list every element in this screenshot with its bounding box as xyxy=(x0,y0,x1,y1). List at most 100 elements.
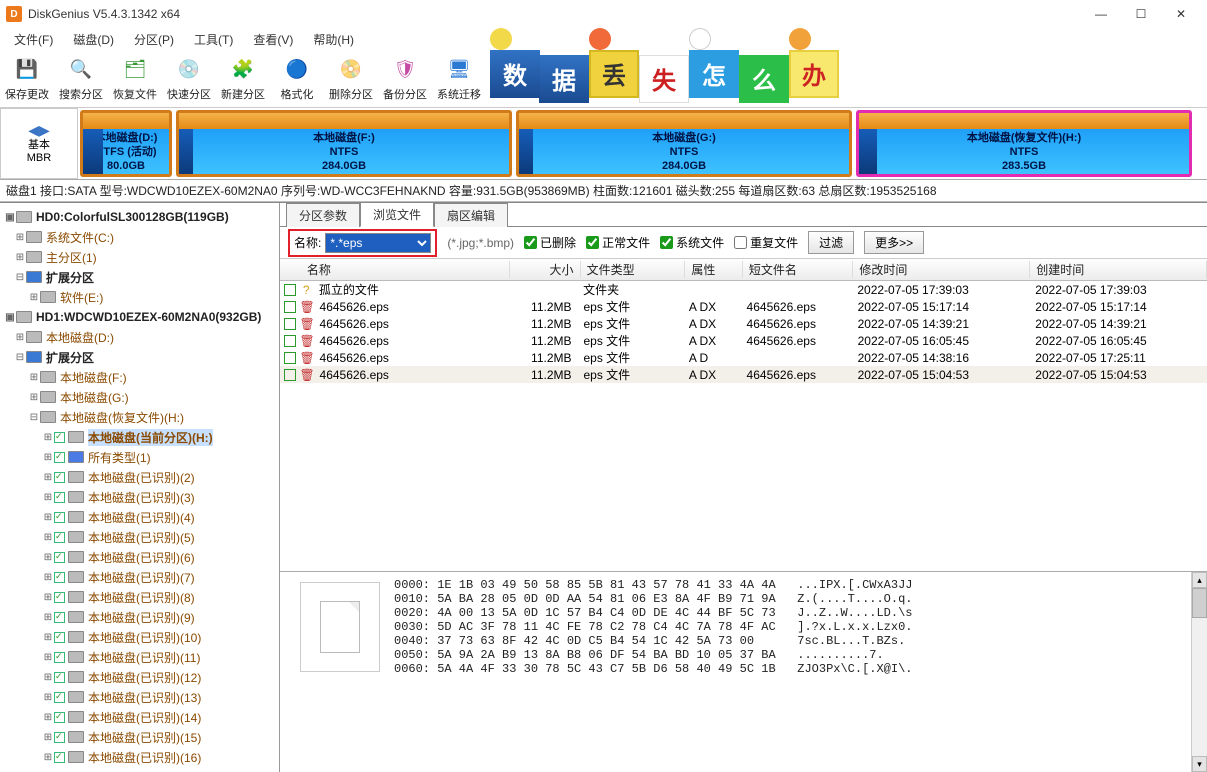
col-type[interactable]: 文件类型 xyxy=(581,261,686,278)
tool-8[interactable]: 🖥系统迁移 xyxy=(432,51,486,107)
tab-browse-files[interactable]: 浏览文件 xyxy=(360,203,434,227)
chk-deleted[interactable]: 已删除 xyxy=(524,234,576,251)
tool-0[interactable]: 💾保存更改 xyxy=(0,51,54,107)
tree-item[interactable]: ⊞本地磁盘(已识别)(2) xyxy=(0,467,279,487)
minimize-button[interactable]: — xyxy=(1081,0,1121,28)
tree-item[interactable]: ⊞主分区(1) xyxy=(0,247,279,267)
file-row[interactable]: 🗑4645626.eps11.2MBeps 文件A D2022-07-05 14… xyxy=(280,349,1207,366)
name-filter-group: 名称: *.*eps xyxy=(288,229,437,257)
tree-item[interactable]: ⊞本地磁盘(已识别)(13) xyxy=(0,687,279,707)
file-row[interactable]: 🗑4645626.eps11.2MBeps 文件A DX4645626.eps2… xyxy=(280,315,1207,332)
file-row[interactable]: 🗑4645626.eps11.2MBeps 文件A DX4645626.eps2… xyxy=(280,366,1207,383)
file-icon xyxy=(320,601,360,653)
row-checkbox[interactable] xyxy=(284,301,296,313)
close-button[interactable]: ✕ xyxy=(1161,0,1201,28)
title-bar: D DiskGenius V5.4.3.1342 x64 — ☐ ✕ xyxy=(0,0,1207,28)
tool-6[interactable]: 📀删除分区 xyxy=(324,51,378,107)
tool-4[interactable]: 🧩新建分区 xyxy=(216,51,270,107)
tree-item[interactable]: ⊞本地磁盘(F:) xyxy=(0,367,279,387)
tree-item[interactable]: ⊞本地磁盘(已识别)(11) xyxy=(0,647,279,667)
hex-scrollbar[interactable]: ▴ ▾ xyxy=(1191,572,1207,772)
menu-file[interactable]: 文件(F) xyxy=(4,29,63,50)
scroll-down-button[interactable]: ▾ xyxy=(1192,756,1207,772)
partition-box[interactable]: 本地磁盘(D:)NTFS (活动)80.0GB xyxy=(80,110,172,177)
tool-5[interactable]: 🔵格式化 xyxy=(270,51,324,107)
scroll-thumb[interactable] xyxy=(1192,588,1207,618)
tool-7[interactable]: 🛡备份分区 xyxy=(378,51,432,107)
tree-item[interactable]: ⊟本地磁盘(恢复文件)(H:) xyxy=(0,407,279,427)
scroll-up-button[interactable]: ▴ xyxy=(1192,572,1207,588)
row-checkbox[interactable] xyxy=(284,318,296,330)
mbr-box[interactable]: ◀▶ 基本 MBR xyxy=(0,108,78,179)
partition-box[interactable]: 本地磁盘(G:)NTFS284.0GB xyxy=(516,110,852,177)
file-row[interactable]: 🗑4645626.eps11.2MBeps 文件A DX4645626.eps2… xyxy=(280,332,1207,349)
col-mod[interactable]: 修改时间 xyxy=(853,261,1030,278)
filter-bar: 名称: *.*eps (*.jpg;*.bmp) 已删除 正常文件 系统文件 重… xyxy=(280,227,1207,259)
row-checkbox[interactable] xyxy=(284,369,296,381)
partition-box[interactable]: 本地磁盘(恢复文件)(H:)NTFS283.5GB xyxy=(856,110,1192,177)
window-title: DiskGenius V5.4.3.1342 x64 xyxy=(28,7,1081,21)
nav-arrows-icon[interactable]: ◀▶ xyxy=(28,122,50,139)
tree-item[interactable]: ⊞本地磁盘(已识别)(4) xyxy=(0,507,279,527)
col-size[interactable]: 大小 xyxy=(510,261,581,278)
file-row[interactable]: ?孤立的文件文件夹2022-07-05 17:39:032022-07-05 1… xyxy=(280,281,1207,298)
partition-box[interactable]: 本地磁盘(F:)NTFS284.0GB xyxy=(176,110,512,177)
tab-partition-params[interactable]: 分区参数 xyxy=(286,203,360,227)
tree-item[interactable]: ⊞本地磁盘(已识别)(7) xyxy=(0,567,279,587)
menu-partition[interactable]: 分区(P) xyxy=(124,29,184,50)
row-icon: ? xyxy=(300,283,313,297)
tree-item[interactable]: ⊟扩展分区 xyxy=(0,347,279,367)
tree-current[interactable]: ⊞本地磁盘(当前分区)(H:) xyxy=(0,427,279,447)
col-create[interactable]: 创建时间 xyxy=(1030,261,1207,278)
tree-item[interactable]: ⊞本地磁盘(已识别)(15) xyxy=(0,727,279,747)
filter-button[interactable]: 过滤 xyxy=(808,231,854,254)
tool-3[interactable]: 💿快速分区 xyxy=(162,51,216,107)
tree-item[interactable]: ⊞本地磁盘(已识别)(10) xyxy=(0,627,279,647)
tree-item[interactable]: ⊞本地磁盘(已识别)(14) xyxy=(0,707,279,727)
name-filter-label: 名称: xyxy=(294,234,321,251)
maximize-button[interactable]: ☐ xyxy=(1121,0,1161,28)
tree-item[interactable]: ⊞本地磁盘(已识别)(9) xyxy=(0,607,279,627)
more-button[interactable]: 更多>> xyxy=(864,231,924,254)
row-checkbox[interactable] xyxy=(284,335,296,347)
tree-pane[interactable]: ▣HD0:ColorfulSL300128GB(119GB)⊞系统文件(C:)⊞… xyxy=(0,203,280,772)
banner[interactable]: 数 据 丢 失 怎 么 办 xyxy=(490,51,839,107)
chk-system[interactable]: 系统文件 xyxy=(660,234,724,251)
row-checkbox[interactable] xyxy=(284,352,296,364)
col-short[interactable]: 短文件名 xyxy=(743,261,854,278)
tree-hd0[interactable]: ▣HD0:ColorfulSL300128GB(119GB) xyxy=(0,207,279,227)
tree-item[interactable]: ⊞软件(E:) xyxy=(0,287,279,307)
chk-normal[interactable]: 正常文件 xyxy=(586,234,650,251)
tab-sector-edit[interactable]: 扇区编辑 xyxy=(434,203,508,227)
menu-disk[interactable]: 磁盘(D) xyxy=(63,29,124,50)
tree-item[interactable]: ⊞本地磁盘(已识别)(12) xyxy=(0,667,279,687)
disk-map: ◀▶ 基本 MBR 本地磁盘(D:)NTFS (活动)80.0GB本地磁盘(F:… xyxy=(0,108,1207,180)
tool-2[interactable]: 🗂恢复文件 xyxy=(108,51,162,107)
tree-item[interactable]: ⊟扩展分区 xyxy=(0,267,279,287)
tree-item[interactable]: ⊞系统文件(C:) xyxy=(0,227,279,247)
menu-tools[interactable]: 工具(T) xyxy=(184,29,243,50)
chk-duplicate[interactable]: 重复文件 xyxy=(734,234,798,251)
toolbar: 💾保存更改🔍搜索分区🗂恢复文件💿快速分区🧩新建分区🔵格式化📀删除分区🛡备份分区🖥… xyxy=(0,50,1207,108)
menu-help[interactable]: 帮助(H) xyxy=(303,29,364,50)
col-attr[interactable]: 属性 xyxy=(685,261,743,278)
tree-item[interactable]: ⊞本地磁盘(已识别)(8) xyxy=(0,587,279,607)
tree-item[interactable]: ⊞本地磁盘(D:) xyxy=(0,327,279,347)
tool-1[interactable]: 🔍搜索分区 xyxy=(54,51,108,107)
tab-bar: 分区参数 浏览文件 扇区编辑 xyxy=(280,203,1207,227)
row-checkbox[interactable] xyxy=(284,284,296,296)
row-icon: 🗑 xyxy=(300,317,314,331)
tree-item[interactable]: ⊞本地磁盘(已识别)(3) xyxy=(0,487,279,507)
col-name[interactable]: 名称 xyxy=(301,261,510,278)
tree-item[interactable]: ⊞本地磁盘(G:) xyxy=(0,387,279,407)
menu-view[interactable]: 查看(V) xyxy=(243,29,303,50)
list-header[interactable]: 名称 大小 文件类型 属性 短文件名 修改时间 创建时间 xyxy=(280,259,1207,281)
file-list[interactable]: ?孤立的文件文件夹2022-07-05 17:39:032022-07-05 1… xyxy=(280,281,1207,383)
file-row[interactable]: 🗑4645626.eps11.2MBeps 文件A DX4645626.eps2… xyxy=(280,298,1207,315)
tree-hd1[interactable]: ▣HD1:WDCWD10EZEX-60M2NA0(932GB) xyxy=(0,307,279,327)
tree-item[interactable]: ⊞本地磁盘(已识别)(16) xyxy=(0,747,279,767)
tree-item[interactable]: ⊞所有类型(1) xyxy=(0,447,279,467)
tree-item[interactable]: ⊞本地磁盘(已识别)(6) xyxy=(0,547,279,567)
tree-item[interactable]: ⊞本地磁盘(已识别)(5) xyxy=(0,527,279,547)
name-filter-select[interactable]: *.*eps xyxy=(325,233,431,253)
